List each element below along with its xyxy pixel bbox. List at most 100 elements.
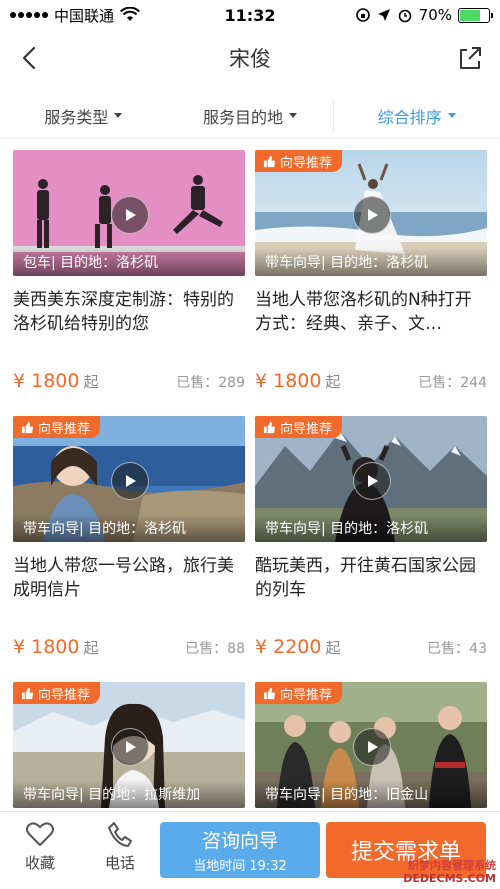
battery-percent: 70% — [418, 6, 452, 24]
thumbs-up-icon — [263, 155, 276, 167]
local-time-label: 当地时间 19:32 — [193, 859, 287, 874]
product-thumbnail: 向导推荐 带车向导| 目的地：旧金山 — [255, 682, 487, 808]
product-title: 酷玩美西，开往黄石国家公园的列车 — [255, 556, 476, 600]
nav-bar: 宋俊 — [0, 30, 500, 85]
product-meta: ¥ 2200 起 已售：43 — [255, 636, 487, 658]
product-card[interactable]: 向导推荐 带车向导| 目的地：洛杉矶 当地人带您一号公路，旅行美成明信片 ¥ 1… — [13, 416, 245, 658]
sold-count: 已售：244 — [418, 372, 487, 392]
sold-label: 已售： — [176, 375, 219, 391]
favorite-button[interactable]: 收藏 — [10, 820, 70, 884]
price-unit: 起 — [325, 639, 341, 657]
alarm-icon — [398, 9, 411, 23]
product-caption: 带车向导| 目的地：洛杉矶 — [13, 514, 245, 542]
badge-label: 向导推荐 — [280, 155, 333, 171]
sold-count: 已售：43 — [427, 638, 487, 658]
guide-recommend-badge: 向导推荐 — [255, 682, 343, 704]
watermark-line2: DEDECMS.COM — [403, 872, 496, 885]
filter-service-type[interactable]: 服务类型 — [0, 93, 167, 138]
guide-recommend-badge: 向导推荐 — [255, 416, 343, 438]
play-video-button[interactable] — [353, 462, 391, 500]
product-thumbnail: 向导推荐 带车向导| 目的地：洛杉矶 — [13, 416, 245, 542]
play-icon — [126, 741, 136, 753]
price-value: ¥ 1800 — [13, 636, 80, 658]
play-icon — [368, 209, 378, 221]
sold-count: 已售：88 — [185, 638, 245, 658]
thumbs-up-icon — [263, 687, 276, 699]
consult-guide-button[interactable]: 咨询向导 当地时间 19:32 — [160, 822, 320, 878]
phone-label: 电话 — [104, 854, 135, 872]
watermark: 织梦内容管理系统 DEDECMS.COM — [403, 859, 496, 885]
filter-sort[interactable]: 综合排序 — [333, 93, 500, 138]
phone-icon — [108, 822, 132, 847]
caret-down-icon — [289, 113, 298, 118]
thumbs-up-icon — [21, 687, 34, 699]
product-card[interactable]: 包车| 目的地：洛杉矶 美西美东深度定制游：特别的洛杉矶给特别的您 ¥ 1800… — [13, 150, 245, 392]
product-title: 当地人带您洛杉矶的N种打开方式：经典、亲子、文… — [255, 290, 472, 334]
filter-bar: 服务类型 服务目的地 综合排序 — [0, 93, 500, 139]
play-icon — [368, 475, 378, 487]
product-meta: ¥ 1800 起 已售：244 — [255, 370, 487, 392]
price-value: ¥ 2200 — [255, 636, 322, 658]
badge-label: 向导推荐 — [280, 687, 333, 703]
play-video-button[interactable] — [353, 196, 391, 234]
sold-value: 244 — [460, 375, 487, 391]
play-video-button[interactable] — [353, 728, 391, 766]
sold-label: 已售： — [185, 641, 228, 657]
share-icon[interactable] — [456, 44, 484, 72]
sold-value: 88 — [227, 641, 245, 657]
product-thumbnail: 向导推荐 带车向导| 目的地：洛杉矶 — [255, 150, 487, 276]
product-thumbnail: 包车| 目的地：洛杉矶 — [13, 150, 245, 276]
heart-icon — [26, 822, 54, 846]
product-price: ¥ 1800 起 — [255, 370, 341, 392]
play-video-button[interactable] — [111, 728, 149, 766]
thumbs-up-icon — [21, 421, 34, 433]
product-caption: 带车向导| 目的地：拉斯维加 — [13, 780, 245, 808]
price-unit: 起 — [325, 373, 341, 391]
sold-value: 289 — [218, 375, 245, 391]
caret-down-icon — [447, 113, 456, 118]
sold-value: 43 — [469, 641, 487, 657]
product-card[interactable]: 向导推荐 带车向导| 目的地：拉斯维加 — [13, 682, 245, 808]
play-icon — [126, 209, 136, 221]
status-right: 70% — [320, 6, 493, 24]
back-arrow-icon[interactable] — [16, 44, 44, 72]
phone-button[interactable]: 电话 — [90, 820, 150, 884]
product-price: ¥ 1800 起 — [13, 370, 99, 392]
product-title: 美西美东深度定制游：特别的洛杉矶给特别的您 — [13, 290, 234, 334]
play-video-button[interactable] — [111, 462, 149, 500]
signal-strength-icon — [10, 12, 48, 18]
product-price: ¥ 1800 起 — [13, 636, 99, 658]
product-card[interactable]: 向导推荐 带车向导| 目的地：洛杉矶 酷玩美西，开往黄石国家公园的列车 ¥ 22… — [255, 416, 487, 658]
product-thumbnail: 向导推荐 带车向导| 目的地：洛杉矶 — [255, 416, 487, 542]
play-video-button[interactable] — [111, 196, 149, 234]
consult-label: 咨询向导 — [201, 830, 278, 852]
bottom-action-bar: 收藏 电话 咨询向导 当地时间 19:32 提交需求单 织梦内容管理系统 DED… — [0, 811, 500, 889]
product-meta: ¥ 1800 起 已售：289 — [13, 370, 245, 392]
product-caption: 带车向导| 目的地：旧金山 — [255, 780, 487, 808]
filter-label: 服务目的地 — [203, 107, 284, 127]
favorite-label: 收藏 — [24, 854, 55, 872]
guide-recommend-badge: 向导推荐 — [13, 682, 101, 704]
filter-destination[interactable]: 服务目的地 — [167, 93, 334, 138]
product-price: ¥ 2200 起 — [255, 636, 341, 658]
thumbs-up-icon — [263, 421, 276, 433]
wifi-icon — [120, 7, 140, 21]
price-unit: 起 — [83, 639, 99, 657]
badge-label: 向导推荐 — [280, 421, 333, 437]
caret-down-icon — [114, 113, 123, 118]
price-unit: 起 — [83, 373, 99, 391]
badge-label: 向导推荐 — [38, 687, 91, 703]
battery-icon — [458, 7, 493, 23]
status-left: 中国联通 — [10, 5, 180, 26]
page-title: 宋俊 — [229, 46, 271, 71]
price-value: ¥ 1800 — [255, 370, 322, 392]
product-caption: 带车向导| 目的地：洛杉矶 — [255, 514, 487, 542]
product-card[interactable]: 向导推荐 带车向导| 目的地：洛杉矶 当地人带您洛杉矶的N种打开方式：经典、亲子… — [255, 150, 487, 392]
location-icon — [377, 9, 390, 21]
carrier-label: 中国联通 — [54, 6, 115, 25]
rotation-lock-icon — [355, 8, 370, 22]
badge-label: 向导推荐 — [38, 421, 91, 437]
product-caption: 带车向导| 目的地：洛杉矶 — [255, 248, 487, 276]
product-card[interactable]: 向导推荐 带车向导| 目的地：旧金山 — [255, 682, 487, 808]
guide-recommend-badge: 向导推荐 — [13, 416, 101, 438]
